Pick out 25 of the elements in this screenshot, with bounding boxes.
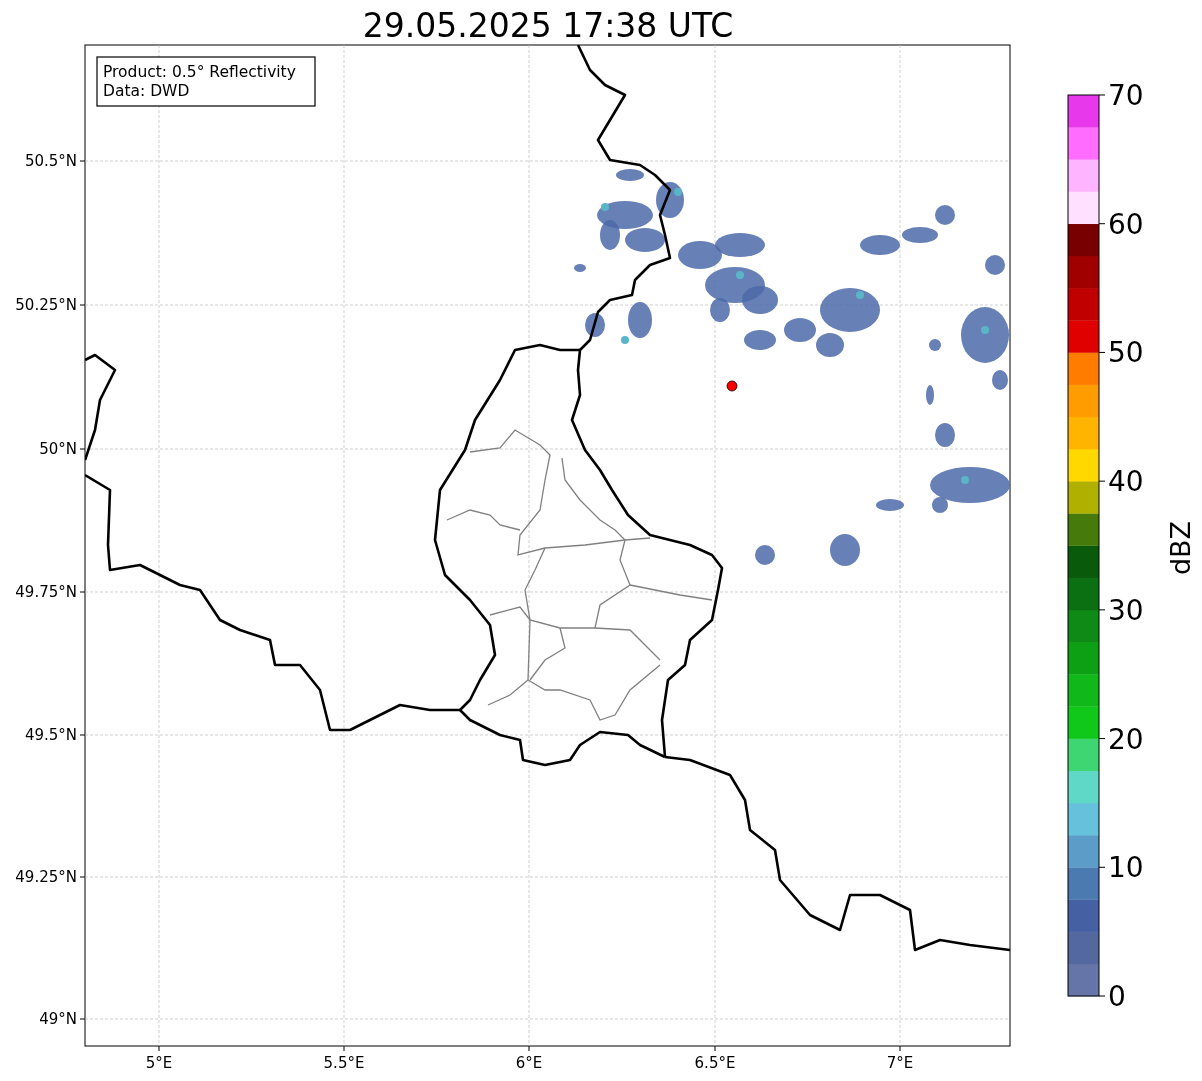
axis-tick-label: 50°N <box>39 440 77 458</box>
axis-tick-label: 6.5°E <box>694 1054 736 1072</box>
axis-tick-label: 7°E <box>886 1054 914 1072</box>
legend-text: Data: DWD <box>103 82 190 100</box>
colorbar-tick-label: 40 <box>1108 465 1144 499</box>
chart-title: 29.05.2025 17:38 UTC <box>362 6 734 45</box>
colorbar-tick-label: 20 <box>1108 722 1144 756</box>
axis-tick-label: 5.5°E <box>323 1054 365 1072</box>
axis-tick-label: 49.5°N <box>24 726 77 744</box>
axis-tick-label: 49°N <box>39 1010 77 1028</box>
axis-tick-label: 50.25°N <box>15 296 77 314</box>
legend-text: Product: 0.5° Reflectivity <box>103 63 296 81</box>
colorbar-tick-label: 0 <box>1108 980 1126 1013</box>
colorbar-tick-label: 50 <box>1108 336 1144 370</box>
colorbar-label: dBZ <box>1165 520 1196 576</box>
colorbar-tick-label: 30 <box>1108 593 1144 627</box>
axis-tick-label: 6°E <box>515 1054 543 1072</box>
axis-tick-label: 49.75°N <box>15 583 77 601</box>
axis-tick-label: 50.5°N <box>24 152 77 170</box>
radar-site-marker <box>726 380 738 392</box>
colorbar-tick-label: 60 <box>1108 207 1144 241</box>
colorbar-tick-label: 10 <box>1108 851 1144 885</box>
colorbar-tick-label: 70 <box>1108 79 1144 112</box>
axis-tick-label: 49.25°N <box>15 868 77 886</box>
axis-tick-label: 5°E <box>145 1054 173 1072</box>
